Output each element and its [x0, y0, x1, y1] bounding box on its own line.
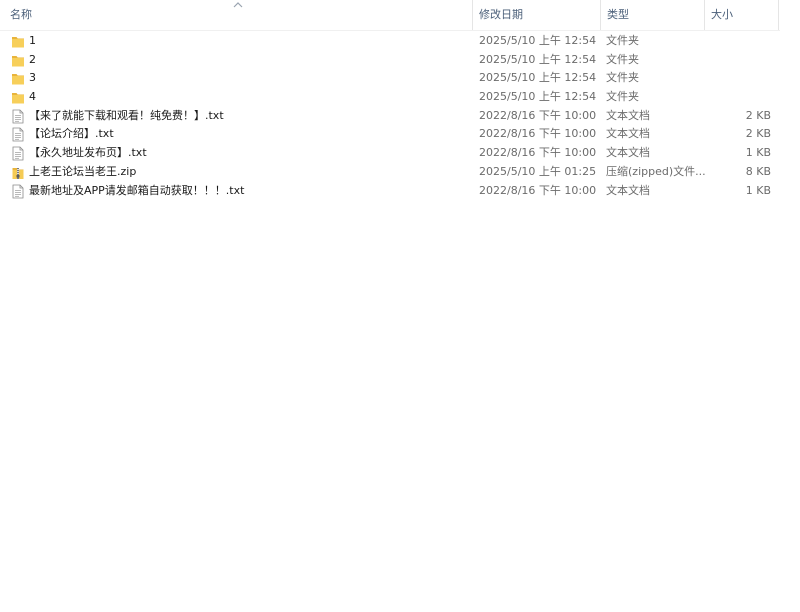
file-name: 最新地址及APP请发邮箱自动获取！！！.txt [29, 183, 245, 197]
file-name: 【论坛介绍】.txt [29, 127, 114, 141]
text-file-icon [11, 184, 25, 199]
file-row[interactable]: 上老王论坛当老王.zip 2025/5/10 上午 01:25 压缩(zipped)… [0, 163, 780, 182]
file-type: 文本文档 [606, 146, 650, 160]
file-name: 【永久地址发布页】.txt [29, 146, 147, 160]
file-name: 【来了就能下载和观看！纯免费！】.txt [29, 108, 224, 122]
column-separator[interactable] [778, 0, 779, 30]
folder-icon [11, 90, 25, 105]
file-row[interactable]: 【永久地址发布页】.txt 2022/8/16 下午 10:00 文本文档 1 KB [0, 144, 780, 163]
file-name: 1 [29, 34, 36, 47]
file-name: 上老王论坛当老王.zip [29, 164, 137, 178]
file-type: 文本文档 [606, 127, 650, 141]
file-type: 文本文档 [606, 108, 650, 122]
text-file-icon [11, 146, 25, 161]
file-modified-date: 2025/5/10 上午 12:54 [479, 34, 597, 47]
file-size: 1 KB [745, 146, 771, 160]
file-modified-date: 2025/5/10 上午 12:54 [479, 52, 597, 66]
file-row[interactable]: 3 2025/5/10 上午 12:54 文件夹 [0, 69, 780, 88]
file-modified-date: 2025/5/10 上午 01:25 [479, 164, 597, 178]
column-header-date[interactable]: 修改日期 [472, 0, 600, 30]
file-row[interactable]: 最新地址及APP请发邮箱自动获取！！！.txt 2022/8/16 下午 10:0… [0, 182, 780, 201]
text-file-icon [11, 109, 25, 124]
text-file-icon [11, 127, 25, 142]
file-row[interactable]: 2 2025/5/10 上午 12:54 文件夹 [0, 51, 780, 70]
folder-icon [11, 53, 25, 68]
file-size: 8 KB [745, 164, 771, 178]
file-type: 压缩(zipped)文件... [606, 164, 706, 178]
file-row[interactable]: 4 2025/5/10 上午 12:54 文件夹 [0, 88, 780, 107]
file-name: 3 [29, 71, 36, 85]
sort-ascending-icon[interactable] [233, 1, 243, 8]
zip-file-icon [11, 165, 25, 180]
file-type: 文件夹 [606, 90, 639, 104]
file-type: 文本文档 [606, 183, 650, 197]
file-modified-date: 2025/5/10 上午 12:54 [479, 90, 597, 104]
file-modified-date: 2022/8/16 下午 10:00 [479, 127, 597, 141]
file-list: 1 2025/5/10 上午 12:54 文件夹 2 2025/5/10 上午 12:5… [0, 32, 780, 200]
column-header-bar: 名称 修改日期 类型 大小 [0, 0, 780, 31]
file-size: 2 KB [745, 127, 771, 141]
file-modified-date: 2022/8/16 下午 10:00 [479, 146, 597, 160]
file-modified-date: 2022/8/16 下午 10:00 [479, 183, 597, 197]
folder-icon [11, 34, 25, 49]
file-size: 2 KB [745, 108, 771, 122]
file-type: 文件夹 [606, 34, 639, 47]
column-header-type[interactable]: 类型 [600, 0, 704, 30]
file-row[interactable]: 1 2025/5/10 上午 12:54 文件夹 [0, 32, 780, 51]
file-row[interactable]: 【来了就能下载和观看！纯免费！】.txt 2022/8/16 下午 10:00 文本… [0, 107, 780, 126]
file-name: 4 [29, 90, 36, 104]
folder-icon [11, 71, 25, 86]
file-modified-date: 2022/8/16 下午 10:00 [479, 108, 597, 122]
file-type: 文件夹 [606, 71, 639, 85]
file-type: 文件夹 [606, 52, 639, 66]
file-modified-date: 2025/5/10 上午 12:54 [479, 71, 597, 85]
file-row[interactable]: 【论坛介绍】.txt 2022/8/16 下午 10:00 文本文档 2 KB [0, 125, 780, 144]
column-header-size[interactable]: 大小 [704, 0, 778, 30]
file-name: 2 [29, 52, 36, 66]
file-size: 1 KB [745, 183, 771, 197]
